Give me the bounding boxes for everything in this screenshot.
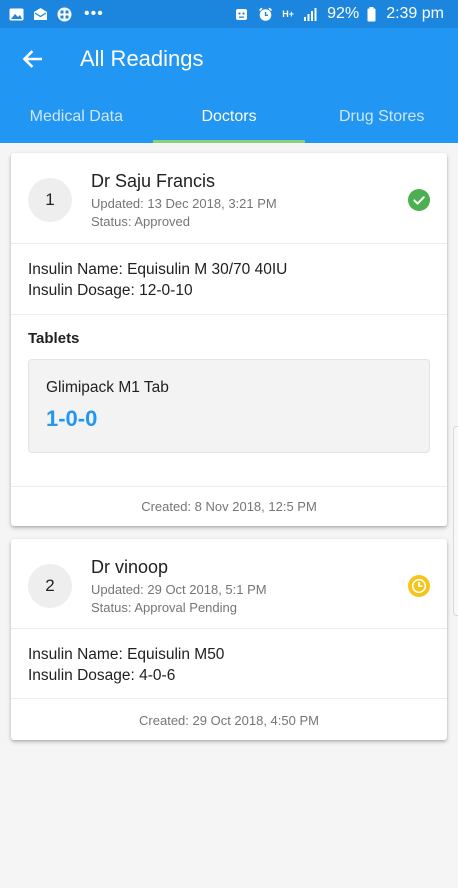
signal-icon [303,6,319,22]
tablet-item: Glimipack M1 Tab 1-0-0 [28,359,430,453]
insulin-section: Insulin Name: Equisulin M50 Insulin Dosa… [11,629,447,699]
doctor-index-avatar: 2 [28,564,72,608]
insulin-name: Insulin Name: Equisulin M50 [28,646,225,663]
app-bar: All Readings [0,28,458,90]
insulin-section: Insulin Name: Equisulin M 30/70 40IU Ins… [11,244,447,315]
page-title: All Readings [80,46,204,71]
doctor-card-header: 2 Dr vinoop Updated: 29 Oct 2018, 5:1 PM… [11,539,447,629]
back-button[interactable] [12,39,52,79]
clock-time: 2:39 pm [386,5,444,22]
doctor-card[interactable]: 1 Dr Saju Francis Updated: 13 Dec 2018, … [11,153,447,526]
face-icon [233,6,249,22]
tablet-name: Glimipack M1 Tab [46,379,169,396]
doctor-status: Status: Approved [91,214,191,229]
grid-app-icon [56,6,72,22]
alarm-icon [257,6,273,22]
tab-bar: Medical Data Doctors Drug Stores [0,90,458,143]
doctor-card-header: 1 Dr Saju Francis Updated: 13 Dec 2018, … [11,153,447,244]
clock-circle-icon [408,575,430,597]
tab-drug-stores[interactable]: Drug Stores [305,90,458,143]
insulin-dosage: Insulin Dosage: 4-0-6 [28,667,176,684]
doctor-card[interactable]: 2 Dr vinoop Updated: 29 Oct 2018, 5:1 PM… [11,539,447,740]
doctor-status: Status: Approval Pending [91,600,237,615]
status-bar-left: ••• [8,6,104,22]
doctor-name: Dr Saju Francis [91,171,216,191]
status-bar-right: H+ 92% 2:39 pm [233,5,444,23]
mail-icon [32,6,48,22]
tab-medical-data[interactable]: Medical Data [0,90,153,143]
tab-doctors[interactable]: Doctors [152,90,306,143]
image-icon [8,6,24,22]
tablets-section: Tablets Glimipack M1 Tab 1-0-0 [11,315,447,487]
insulin-dosage: Insulin Dosage: 12-0-10 [28,282,193,299]
network-type-indicator: H+ [282,9,295,19]
battery-icon [367,6,376,22]
check-circle-icon [408,189,430,211]
insulin-name: Insulin Name: Equisulin M 30/70 40IU [28,261,288,278]
battery-percentage: 92% [327,5,360,22]
tablet-dosage: 1-0-0 [46,406,98,431]
doctor-index-avatar: 1 [28,178,72,222]
tablets-heading: Tablets [28,330,80,347]
status-bar: ••• H+ 92% 2:39 pm [0,0,458,28]
created-date: Created: 29 Oct 2018, 4:50 PM [139,712,319,728]
edge-panel-handle[interactable] [453,426,458,616]
more-notifications-icon: ••• [84,5,104,22]
doctor-updated-date: Updated: 13 Dec 2018, 3:21 PM [91,196,277,211]
created-date: Created: 8 Nov 2018, 12:5 PM [141,498,317,514]
doctor-name: Dr vinoop [91,557,169,577]
arrow-left-icon [22,50,42,68]
doctor-updated-date: Updated: 29 Oct 2018, 5:1 PM [91,582,267,597]
